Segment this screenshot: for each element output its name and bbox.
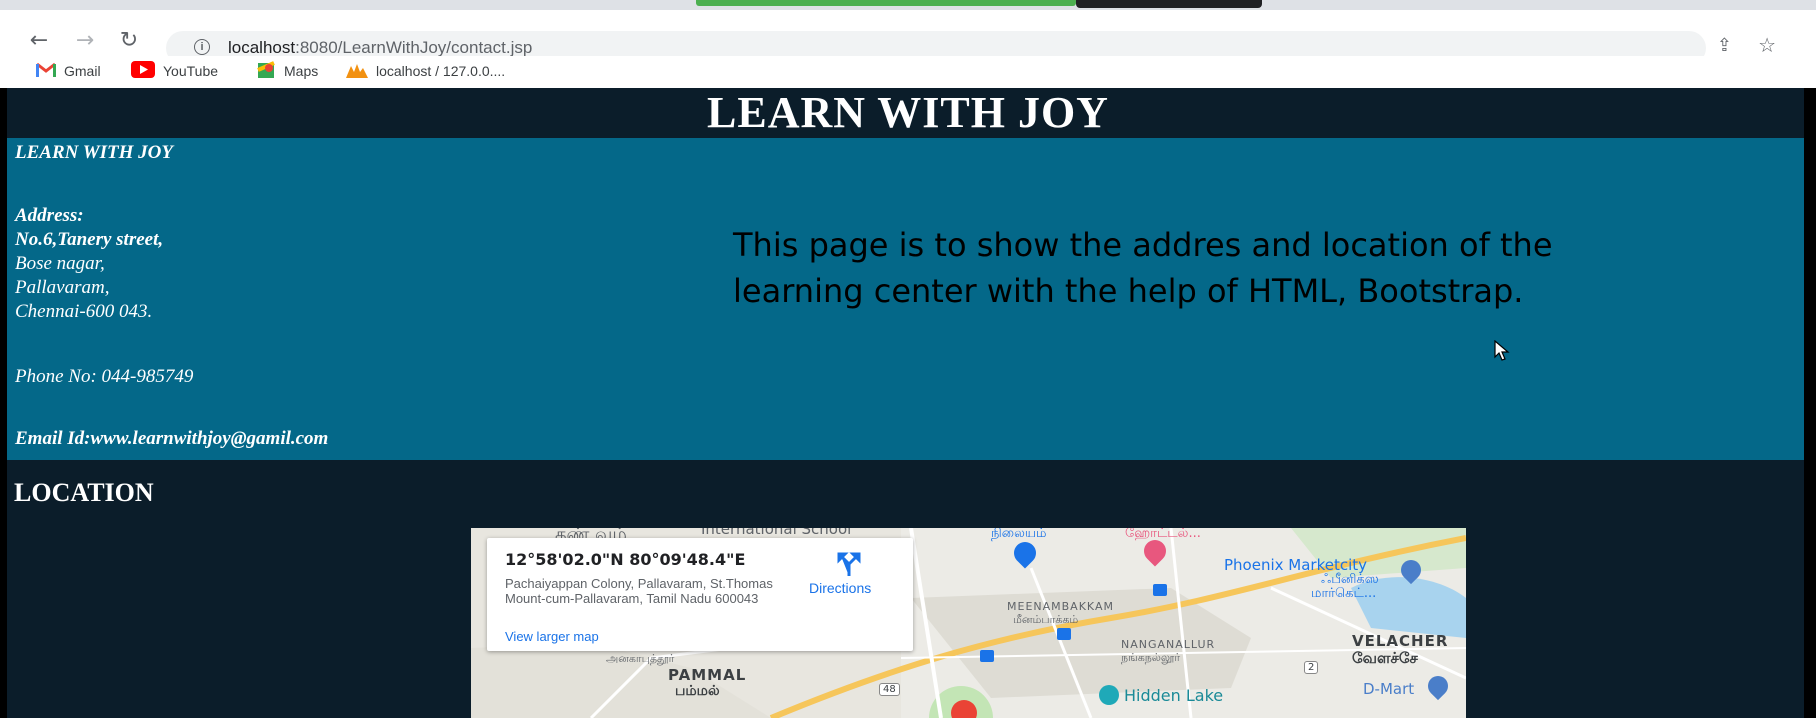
brand-name: LEARN WITH JOY <box>15 142 174 163</box>
mouse-cursor-icon <box>1494 339 1510 367</box>
phone-number: Phone No: 044-985749 <box>15 366 194 387</box>
park-icon[interactable] <box>1099 685 1119 705</box>
bookmark-label: YouTube <box>163 63 219 79</box>
bookmark-gmail[interactable]: Gmail <box>36 60 101 82</box>
bookmark-localhost[interactable]: localhost / 127.0.0.... <box>346 60 505 82</box>
gmail-icon <box>36 62 56 80</box>
bookmark-label: Maps <box>284 63 319 79</box>
map-address: Pachaiyappan Colony, Pallavaram, St.Thom… <box>505 576 773 606</box>
view-larger-map-link[interactable]: View larger map <box>505 629 599 644</box>
address-line: No.6,Tanery street, <box>15 229 164 250</box>
transit-icon[interactable] <box>980 650 994 662</box>
map-label: International School <box>701 528 852 538</box>
youtube-icon <box>131 61 155 81</box>
bookmark-star-icon[interactable]: ☆ <box>1758 33 1776 57</box>
map-label: மீனம்பாக்கம் <box>1013 613 1079 626</box>
left-edge <box>0 88 7 718</box>
map-label: Hidden Lake <box>1124 686 1224 705</box>
right-edge <box>1804 88 1816 718</box>
map-label: நங்கநல்லூர் <box>1121 651 1181 664</box>
email-address: Email Id:www.learnwithjoy@gamil.com <box>15 428 329 449</box>
map-label: நிலையம் <box>991 528 1047 541</box>
map-label: மார்கெட்... <box>1311 586 1377 601</box>
tab-learn-with-joy[interactable]: LEARN WITH JOY <box>58 0 165 10</box>
url-host: localhost <box>228 38 296 57</box>
embedded-google-map[interactable]: கண் வம் International School நிலையம் ஹோட… <box>471 528 1466 718</box>
map-label: VELACHER <box>1352 632 1449 650</box>
bookmark-label: Gmail <box>64 63 101 79</box>
address-line: Chennai-600 043. <box>15 301 153 322</box>
transit-icon[interactable] <box>1057 628 1071 640</box>
page-body: LEARN WITH JOY LEARN WITH JOY Address: N… <box>0 88 1816 718</box>
map-label: பம்மல் <box>675 683 720 699</box>
address-line: Bose nagar, <box>15 253 105 274</box>
road-shield: 48 <box>879 683 900 696</box>
map-label: NANGANALLUR <box>1121 638 1216 651</box>
map-label: PAMMAL <box>668 666 747 684</box>
forward-arrow-icon[interactable]: → <box>72 28 98 54</box>
map-label: D-Mart <box>1363 680 1415 698</box>
map-info-card: 12°58'02.0"N 80°09'48.4"E Pachaiyappan C… <box>487 538 913 651</box>
url-path: :8080/LearnWithJoy/contact.jsp <box>295 38 533 57</box>
maps-icon <box>256 60 276 83</box>
browser-toolbar: ← → ↻ i localhost:8080/LearnWithJoy/cont… <box>0 10 1816 65</box>
url-text[interactable]: localhost:8080/LearnWithJoy/contact.jsp <box>228 38 532 58</box>
address-label: Address: <box>15 205 84 226</box>
back-arrow-icon[interactable]: ← <box>26 28 52 54</box>
map-label: MEENAMBAKKAM <box>1007 600 1114 613</box>
map-coordinates: 12°58'02.0"N 80°09'48.4"E <box>505 550 746 569</box>
transit-icon[interactable] <box>1153 584 1167 596</box>
map-label: வேளச்சே <box>1352 649 1418 667</box>
bookmark-maps[interactable]: Maps <box>256 60 318 82</box>
share-icon[interactable]: ⇪ <box>1717 35 1732 56</box>
address-line: Pallavaram, <box>15 277 110 298</box>
location-heading: LOCATION <box>14 478 154 507</box>
contact-info-section: LEARN WITH JOY Address: No.6,Tanery stre… <box>7 138 1804 460</box>
road-shield: 2 <box>1304 661 1319 674</box>
bookmark-youtube[interactable]: YouTube <box>131 60 218 82</box>
directions-button[interactable]: Directions <box>809 580 871 596</box>
bookmarks-bar: Gmail YouTube Maps localhost / 127.0.0..… <box>0 56 1816 86</box>
bookmark-label: localhost / 127.0.0.... <box>376 63 506 79</box>
tab-phpmyadmin[interactable]: localhost / 127.0.0.1 / mudproject <box>398 0 618 10</box>
page-description: This page is to show the addres and loca… <box>733 226 1553 310</box>
tab-progress-indicator <box>696 0 1076 6</box>
directions-icon[interactable] <box>835 550 863 578</box>
site-info-icon[interactable]: i <box>194 39 210 55</box>
phpmyadmin-icon <box>346 62 368 81</box>
map-label: அனகாபுத்தூர் <box>606 652 675 665</box>
map-label: ஹோட்டல்... <box>1125 528 1201 541</box>
reload-icon[interactable]: ↻ <box>116 28 142 54</box>
site-title: LEARN WITH JOY <box>707 88 1109 137</box>
browser-tabstrip: LEARN WITH JOY localhost / 127.0.0.1 / m… <box>0 0 1816 10</box>
tab-dark-overlay <box>1076 0 1262 8</box>
